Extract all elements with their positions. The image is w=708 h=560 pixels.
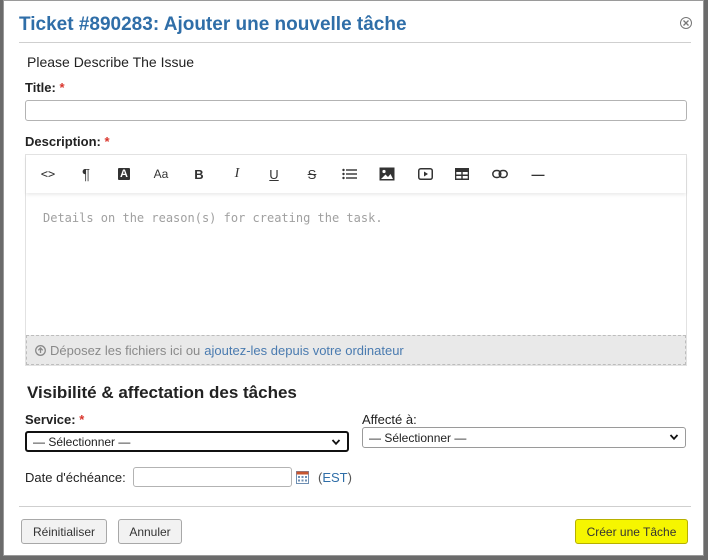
underline-icon[interactable]: U [262, 163, 286, 185]
close-icon[interactable] [680, 17, 692, 29]
reset-button[interactable]: Réinitialiser [21, 519, 107, 544]
create-task-button[interactable]: Créer une Tâche [575, 519, 688, 544]
title-label-text: Title: [25, 80, 56, 95]
required-mark: * [79, 412, 85, 427]
strikethrough-icon[interactable]: S [300, 163, 324, 185]
due-date-input[interactable] [133, 467, 292, 487]
bold-icon[interactable]: B [187, 163, 211, 185]
link-icon[interactable] [488, 163, 512, 185]
description-editor: <> ¶ A Aa B I U S — Details on the reaso… [25, 154, 687, 366]
assigned-select-value: — Sélectionner — [369, 430, 467, 445]
upload-icon [35, 344, 46, 356]
text-color-glyph: A [118, 168, 130, 180]
title-input[interactable] [25, 100, 687, 121]
service-label-text: Service: [25, 412, 76, 427]
cancel-button[interactable]: Annuler [118, 519, 182, 544]
video-icon[interactable] [413, 163, 437, 185]
timezone-close: ) [347, 470, 352, 485]
dropzone-upload-link[interactable]: ajoutez-les depuis votre ordinateur [204, 343, 403, 358]
section-title: Visibilité & affectation des tâches [27, 383, 297, 402]
header-divider [19, 42, 691, 43]
horizontal-rule-icon[interactable]: — [526, 163, 550, 185]
service-select[interactable]: — Sélectionner — [25, 431, 349, 452]
add-task-dialog: Ticket #890283: Ajouter une nouvelle tâc… [3, 0, 704, 556]
text-color-icon[interactable]: A [112, 163, 136, 185]
editor-placeholder[interactable]: Details on the reason(s) for creating th… [43, 211, 383, 225]
image-icon[interactable] [375, 163, 399, 185]
description-label: Description: * [25, 134, 110, 149]
calendar-icon[interactable] [296, 471, 309, 484]
file-dropzone[interactable]: Déposez les fichiers ici ou ajoutez-les … [26, 335, 686, 365]
required-mark: * [59, 80, 65, 95]
chevron-down-icon [669, 434, 679, 441]
font-size-icon[interactable]: Aa [149, 163, 173, 185]
table-icon[interactable] [450, 163, 474, 185]
service-select-value: — Sélectionner — [33, 434, 131, 449]
assigned-select[interactable]: — Sélectionner — [362, 427, 686, 448]
list-icon[interactable] [337, 163, 361, 185]
title-label: Title: * [25, 80, 65, 95]
dialog-title: Ticket #890283: Ajouter une nouvelle tâc… [19, 14, 407, 35]
code-view-icon[interactable]: <> [36, 163, 60, 185]
editor-toolbar: <> ¶ A Aa B I U S — [26, 155, 686, 193]
intro-text: Please Describe The Issue [27, 54, 195, 70]
due-date-label: Date d'échéance: [25, 470, 126, 485]
italic-icon[interactable]: I [225, 163, 249, 185]
chevron-down-icon [331, 439, 341, 446]
service-label: Service: * [25, 412, 84, 427]
timezone-label: (EST) [318, 470, 352, 485]
assigned-label: Affecté à: [362, 412, 417, 427]
timezone-value[interactable]: EST [322, 470, 347, 485]
paragraph-icon[interactable]: ¶ [74, 163, 98, 185]
description-label-text: Description: [25, 134, 101, 149]
footer-divider [19, 506, 691, 507]
required-mark: * [104, 134, 110, 149]
dropzone-text: Déposez les fichiers ici ou [50, 342, 201, 358]
